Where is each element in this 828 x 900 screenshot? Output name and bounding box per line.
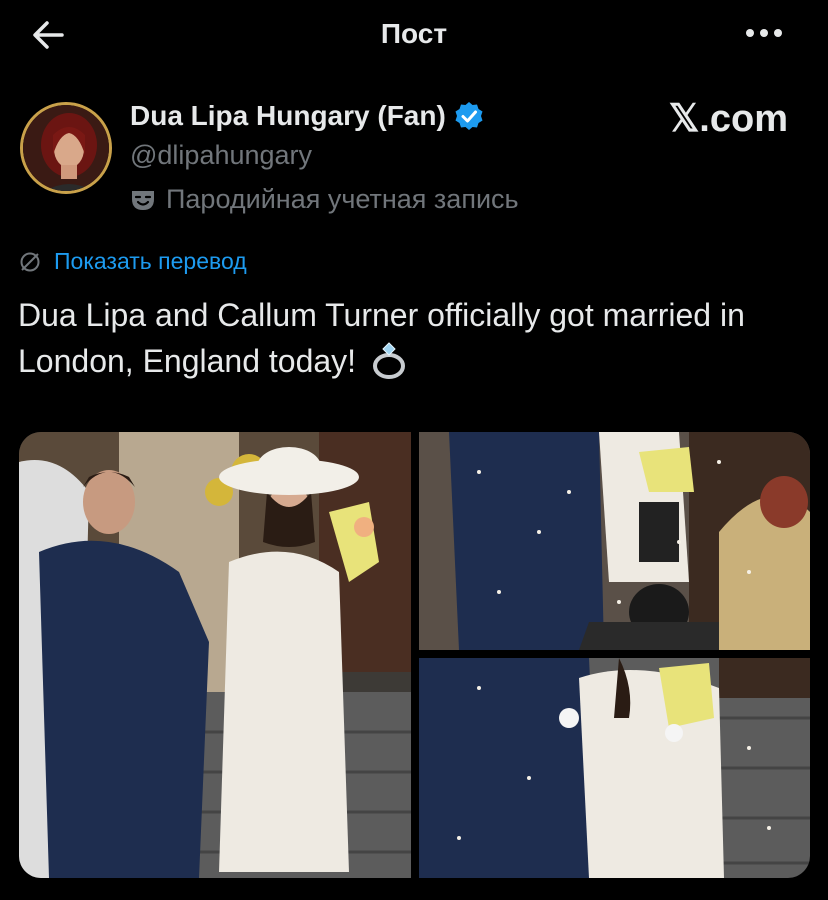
photo-image (419, 658, 810, 878)
x-com-watermark: 𝕏.com (668, 98, 788, 140)
parody-label-text: Пародийная учетная запись (166, 184, 519, 214)
ring-emoji-icon (372, 342, 405, 379)
tweet-text: Dua Lipa and Callum Turner officially go… (18, 292, 818, 384)
show-translation-text[interactable]: Показать перевод (54, 248, 247, 275)
top-bar: Пост (0, 0, 828, 72)
theater-masks-icon (132, 190, 154, 210)
author-name-row[interactable]: Dua Lipa Hungary (Fan) (130, 100, 484, 132)
photo-couple-closeup[interactable] (419, 658, 810, 878)
media-grid (19, 432, 810, 878)
avatar[interactable] (20, 102, 112, 194)
more-button[interactable] (744, 18, 784, 48)
parody-account-label: Пародийная учетная запись (130, 184, 519, 215)
show-translation-link[interactable]: Показать перевод (18, 248, 247, 275)
author-name[interactable]: Dua Lipa Hungary (Fan) (130, 100, 446, 132)
photo-couple-steps[interactable] (19, 432, 411, 878)
page-title: Пост (380, 18, 448, 49)
photo-couple-confetti[interactable] (419, 432, 810, 650)
author-handle[interactable]: @dlipahungary (130, 140, 312, 171)
more-dots-icon (746, 29, 782, 37)
avatar-image (23, 105, 109, 191)
verified-badge-icon (455, 102, 483, 130)
photo-image (19, 432, 411, 878)
translate-globe-icon (20, 252, 40, 271)
photo-image (419, 432, 810, 650)
